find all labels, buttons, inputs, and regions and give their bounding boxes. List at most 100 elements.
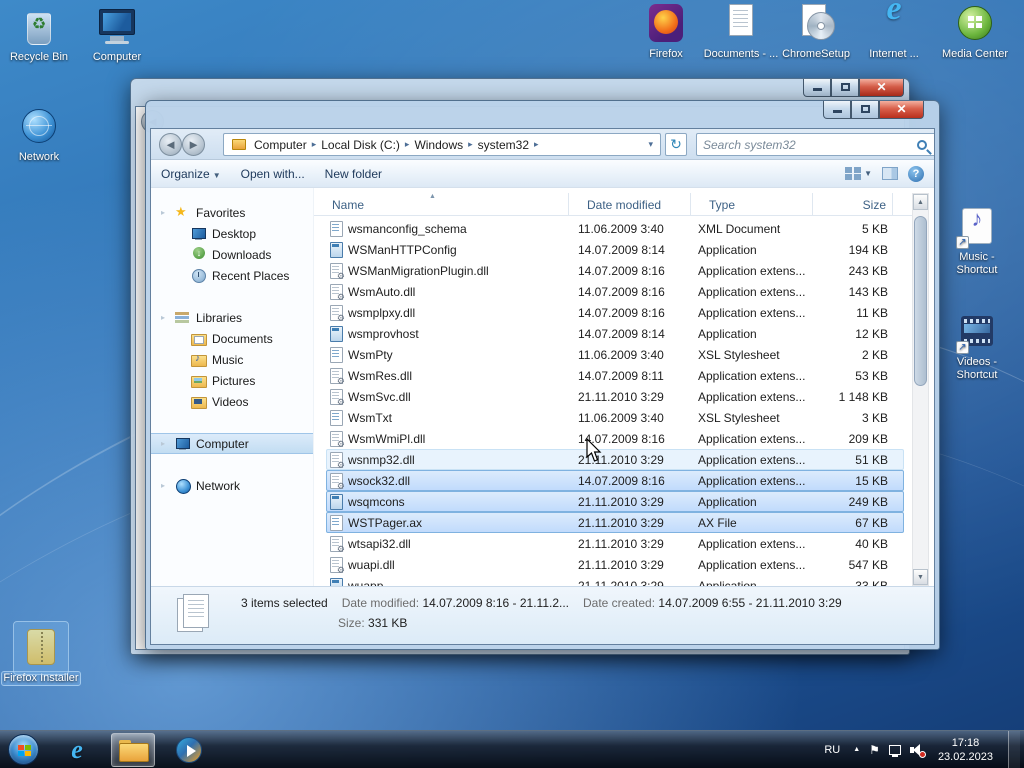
back-icon[interactable]: ◄ xyxy=(159,133,182,156)
vertical-scrollbar[interactable]: ▲ ▼ xyxy=(912,193,929,586)
close-button[interactable]: ✕ xyxy=(879,101,924,119)
internet-explorer-icon: e xyxy=(871,2,917,46)
file-row-wuapp[interactable]: wuapp 21.11.2010 3:29 Application 33 KB xyxy=(326,575,904,586)
close-button[interactable]: ✕ xyxy=(859,79,904,97)
desktop-icon-media-center[interactable]: Media Center xyxy=(936,2,1014,61)
show-desktop-button[interactable] xyxy=(1008,731,1020,768)
sidebar-item-network[interactable]: Network xyxy=(151,475,313,496)
file-row-wuapi.dll[interactable]: ⚙ wuapi.dll 21.11.2010 3:29 Application … xyxy=(326,554,904,575)
sidebar-item-recent-places[interactable]: Recent Places xyxy=(151,265,313,286)
breadcrumb-item-windows[interactable]: Windows xyxy=(410,138,467,152)
desktop-icon-internet[interactable]: e Internet ... xyxy=(855,2,933,61)
sidebar-item-pictures[interactable]: Pictures xyxy=(151,370,313,391)
file-date-modified: 11.06.2009 3:40 xyxy=(570,222,692,236)
sidebar-item-libraries[interactable]: Libraries xyxy=(151,307,313,328)
volume-icon[interactable] xyxy=(910,744,923,756)
file-name: WsmAuto.dll xyxy=(348,285,415,299)
file-date-modified: 21.11.2010 3:29 xyxy=(570,453,692,467)
start-button[interactable] xyxy=(8,734,39,765)
column-header-size[interactable]: Size xyxy=(813,193,893,215)
file-row-wsmanconfig_schema[interactable]: wsmanconfig_schema 11.06.2009 3:40 XML D… xyxy=(326,218,904,239)
file-size: 15 KB xyxy=(814,474,894,488)
chevron-down-icon[interactable]: ▾ xyxy=(645,139,656,150)
sidebar-item-icon xyxy=(191,374,206,388)
desktop-icon-videos-shortcut[interactable]: ↗ Videos - Shortcut xyxy=(938,310,1016,382)
desktop-icon-network[interactable]: Network xyxy=(0,105,78,164)
minimize-button[interactable] xyxy=(803,79,831,97)
explorer-window-body: ◄ ► Computer▸Local Disk (C:)▸Windows▸sys… xyxy=(150,128,935,645)
column-header-date-modified[interactable]: Date modified xyxy=(569,193,691,215)
forward-icon[interactable]: ► xyxy=(182,133,205,156)
desktop-icon-computer[interactable]: Computer xyxy=(78,5,156,64)
scroll-down-icon[interactable]: ▼ xyxy=(913,569,928,585)
views-button[interactable]: ▼ xyxy=(845,167,872,180)
breadcrumb-item-computer[interactable]: Computer xyxy=(250,138,311,152)
desktop-icon-firefox-installer[interactable]: Firefox Installer xyxy=(2,626,80,685)
file-date-modified: 14.07.2009 8:16 xyxy=(570,306,692,320)
scroll-up-icon[interactable]: ▲ xyxy=(913,194,928,210)
network-status-icon[interactable] xyxy=(889,745,901,755)
sidebar-item-music[interactable]: Music xyxy=(151,349,313,370)
file-row-WsmTxt[interactable]: WsmTxt 11.06.2009 3:40 XSL Stylesheet 3 … xyxy=(326,407,904,428)
file-row-wsqmcons[interactable]: wsqmcons 21.11.2010 3:29 Application 249… xyxy=(326,491,904,512)
column-header-type[interactable]: Type xyxy=(691,193,813,215)
file-row-WsmPty[interactable]: WsmPty 11.06.2009 3:40 XSL Stylesheet 2 … xyxy=(326,344,904,365)
sidebar-item-videos[interactable]: Videos xyxy=(151,391,313,412)
desktop-icon-recycle-bin[interactable]: ♻ Recycle Bin xyxy=(0,5,78,64)
file-row-WsmAuto.dll[interactable]: ⚙ WsmAuto.dll 14.07.2009 8:16 Applicatio… xyxy=(326,281,904,302)
column-header-name[interactable]: Name▲ xyxy=(314,193,569,215)
file-row-WSManMigrationPlugin.dll[interactable]: ⚙ WSManMigrationPlugin.dll 14.07.2009 8:… xyxy=(326,260,904,281)
file-row-WsmSvc.dll[interactable]: ⚙ WsmSvc.dll 21.11.2010 3:29 Application… xyxy=(326,386,904,407)
breadcrumb-item-system32[interactable]: system32 xyxy=(474,138,533,152)
file-row-WsmRes.dll[interactable]: ⚙ WsmRes.dll 14.07.2009 8:11 Application… xyxy=(326,365,904,386)
refresh-button[interactable]: ↻ xyxy=(665,133,687,156)
file-row-wsnmp32.dll[interactable]: ⚙ wsnmp32.dll 21.11.2010 3:29 Applicatio… xyxy=(326,449,904,470)
minimize-button[interactable] xyxy=(823,101,851,119)
open-with-button[interactable]: Open with... xyxy=(231,163,315,185)
search-input[interactable]: Search system32 xyxy=(703,138,917,152)
show-hidden-icons-button[interactable]: ▲ xyxy=(853,746,860,753)
clock[interactable]: 17:18 23.02.2023 xyxy=(932,736,999,764)
address-bar[interactable]: Computer▸Local Disk (C:)▸Windows▸system3… xyxy=(223,133,661,156)
desktop-icon-music-shortcut[interactable]: ♪↗ Music - Shortcut xyxy=(938,205,1016,277)
scrollbar-thumb[interactable] xyxy=(914,216,927,386)
desktop-icon-chromesetup[interactable]: ChromeSetup xyxy=(777,2,855,61)
file-row-WsmWmiPl.dll[interactable]: ⚙ WsmWmiPl.dll 14.07.2009 8:16 Applicati… xyxy=(326,428,904,449)
explorer-window[interactable]: ✕ ◄ ► Computer▸Local Disk (C:)▸Windows▸s… xyxy=(145,100,940,650)
breadcrumb-chevron-icon[interactable]: ▸ xyxy=(533,139,540,150)
sidebar-item-favorites[interactable]: Favorites xyxy=(151,202,313,223)
preview-pane-button[interactable] xyxy=(882,167,898,180)
file-row-wsock32.dll[interactable]: ⚙ wsock32.dll 14.07.2009 8:16 Applicatio… xyxy=(326,470,904,491)
file-row-WSTPager.ax[interactable]: WSTPager.ax 21.11.2010 3:29 AX File 67 K… xyxy=(326,512,904,533)
action-center-icon[interactable]: ⚑ xyxy=(869,743,880,757)
file-type-icon: ⚙ xyxy=(329,305,343,321)
file-type: Application extens... xyxy=(692,264,814,278)
maximize-button[interactable] xyxy=(851,101,879,119)
file-row-WSManHTTPConfig[interactable]: WSManHTTPConfig 14.07.2009 8:14 Applicat… xyxy=(326,239,904,260)
file-row-wsmprovhost[interactable]: wsmprovhost 14.07.2009 8:14 Application … xyxy=(326,323,904,344)
file-list: Name▲ Date modified Type Size wsmanconfi… xyxy=(314,188,929,586)
breadcrumb-item-local-disk-c-[interactable]: Local Disk (C:) xyxy=(317,138,404,152)
taskbar-explorer-button[interactable] xyxy=(111,733,155,767)
sidebar-item-computer[interactable]: Computer xyxy=(151,433,313,454)
file-type-icon: ⚙ xyxy=(329,536,343,552)
file-row-wtsapi32.dll[interactable]: ⚙ wtsapi32.dll 21.11.2010 3:29 Applicati… xyxy=(326,533,904,554)
maximize-button[interactable] xyxy=(831,79,859,97)
help-button[interactable]: ? xyxy=(908,166,924,182)
organize-button[interactable]: Organize▼ xyxy=(151,163,231,185)
desktop-icon-firefox[interactable]: Firefox xyxy=(627,2,705,61)
search-icon[interactable] xyxy=(917,140,927,150)
file-type-icon xyxy=(329,242,343,258)
desktop-icon-documents[interactable]: Documents - ... xyxy=(702,2,780,61)
file-size: 143 KB xyxy=(814,285,894,299)
language-indicator[interactable]: RU xyxy=(820,742,844,758)
search-box[interactable]: Search system32 xyxy=(696,133,935,156)
sidebar-item-desktop[interactable]: Desktop xyxy=(151,223,313,244)
taskbar-media-player-button[interactable] xyxy=(167,733,211,767)
sidebar-item-documents[interactable]: Documents xyxy=(151,328,313,349)
new-folder-button[interactable]: New folder xyxy=(315,163,392,185)
sidebar-item-downloads[interactable]: Downloads xyxy=(151,244,313,265)
file-row-wsmplpxy.dll[interactable]: ⚙ wsmplpxy.dll 14.07.2009 8:16 Applicati… xyxy=(326,302,904,323)
taskbar-internet-explorer-button[interactable]: e xyxy=(55,733,99,767)
file-name: WsmPty xyxy=(348,348,393,362)
